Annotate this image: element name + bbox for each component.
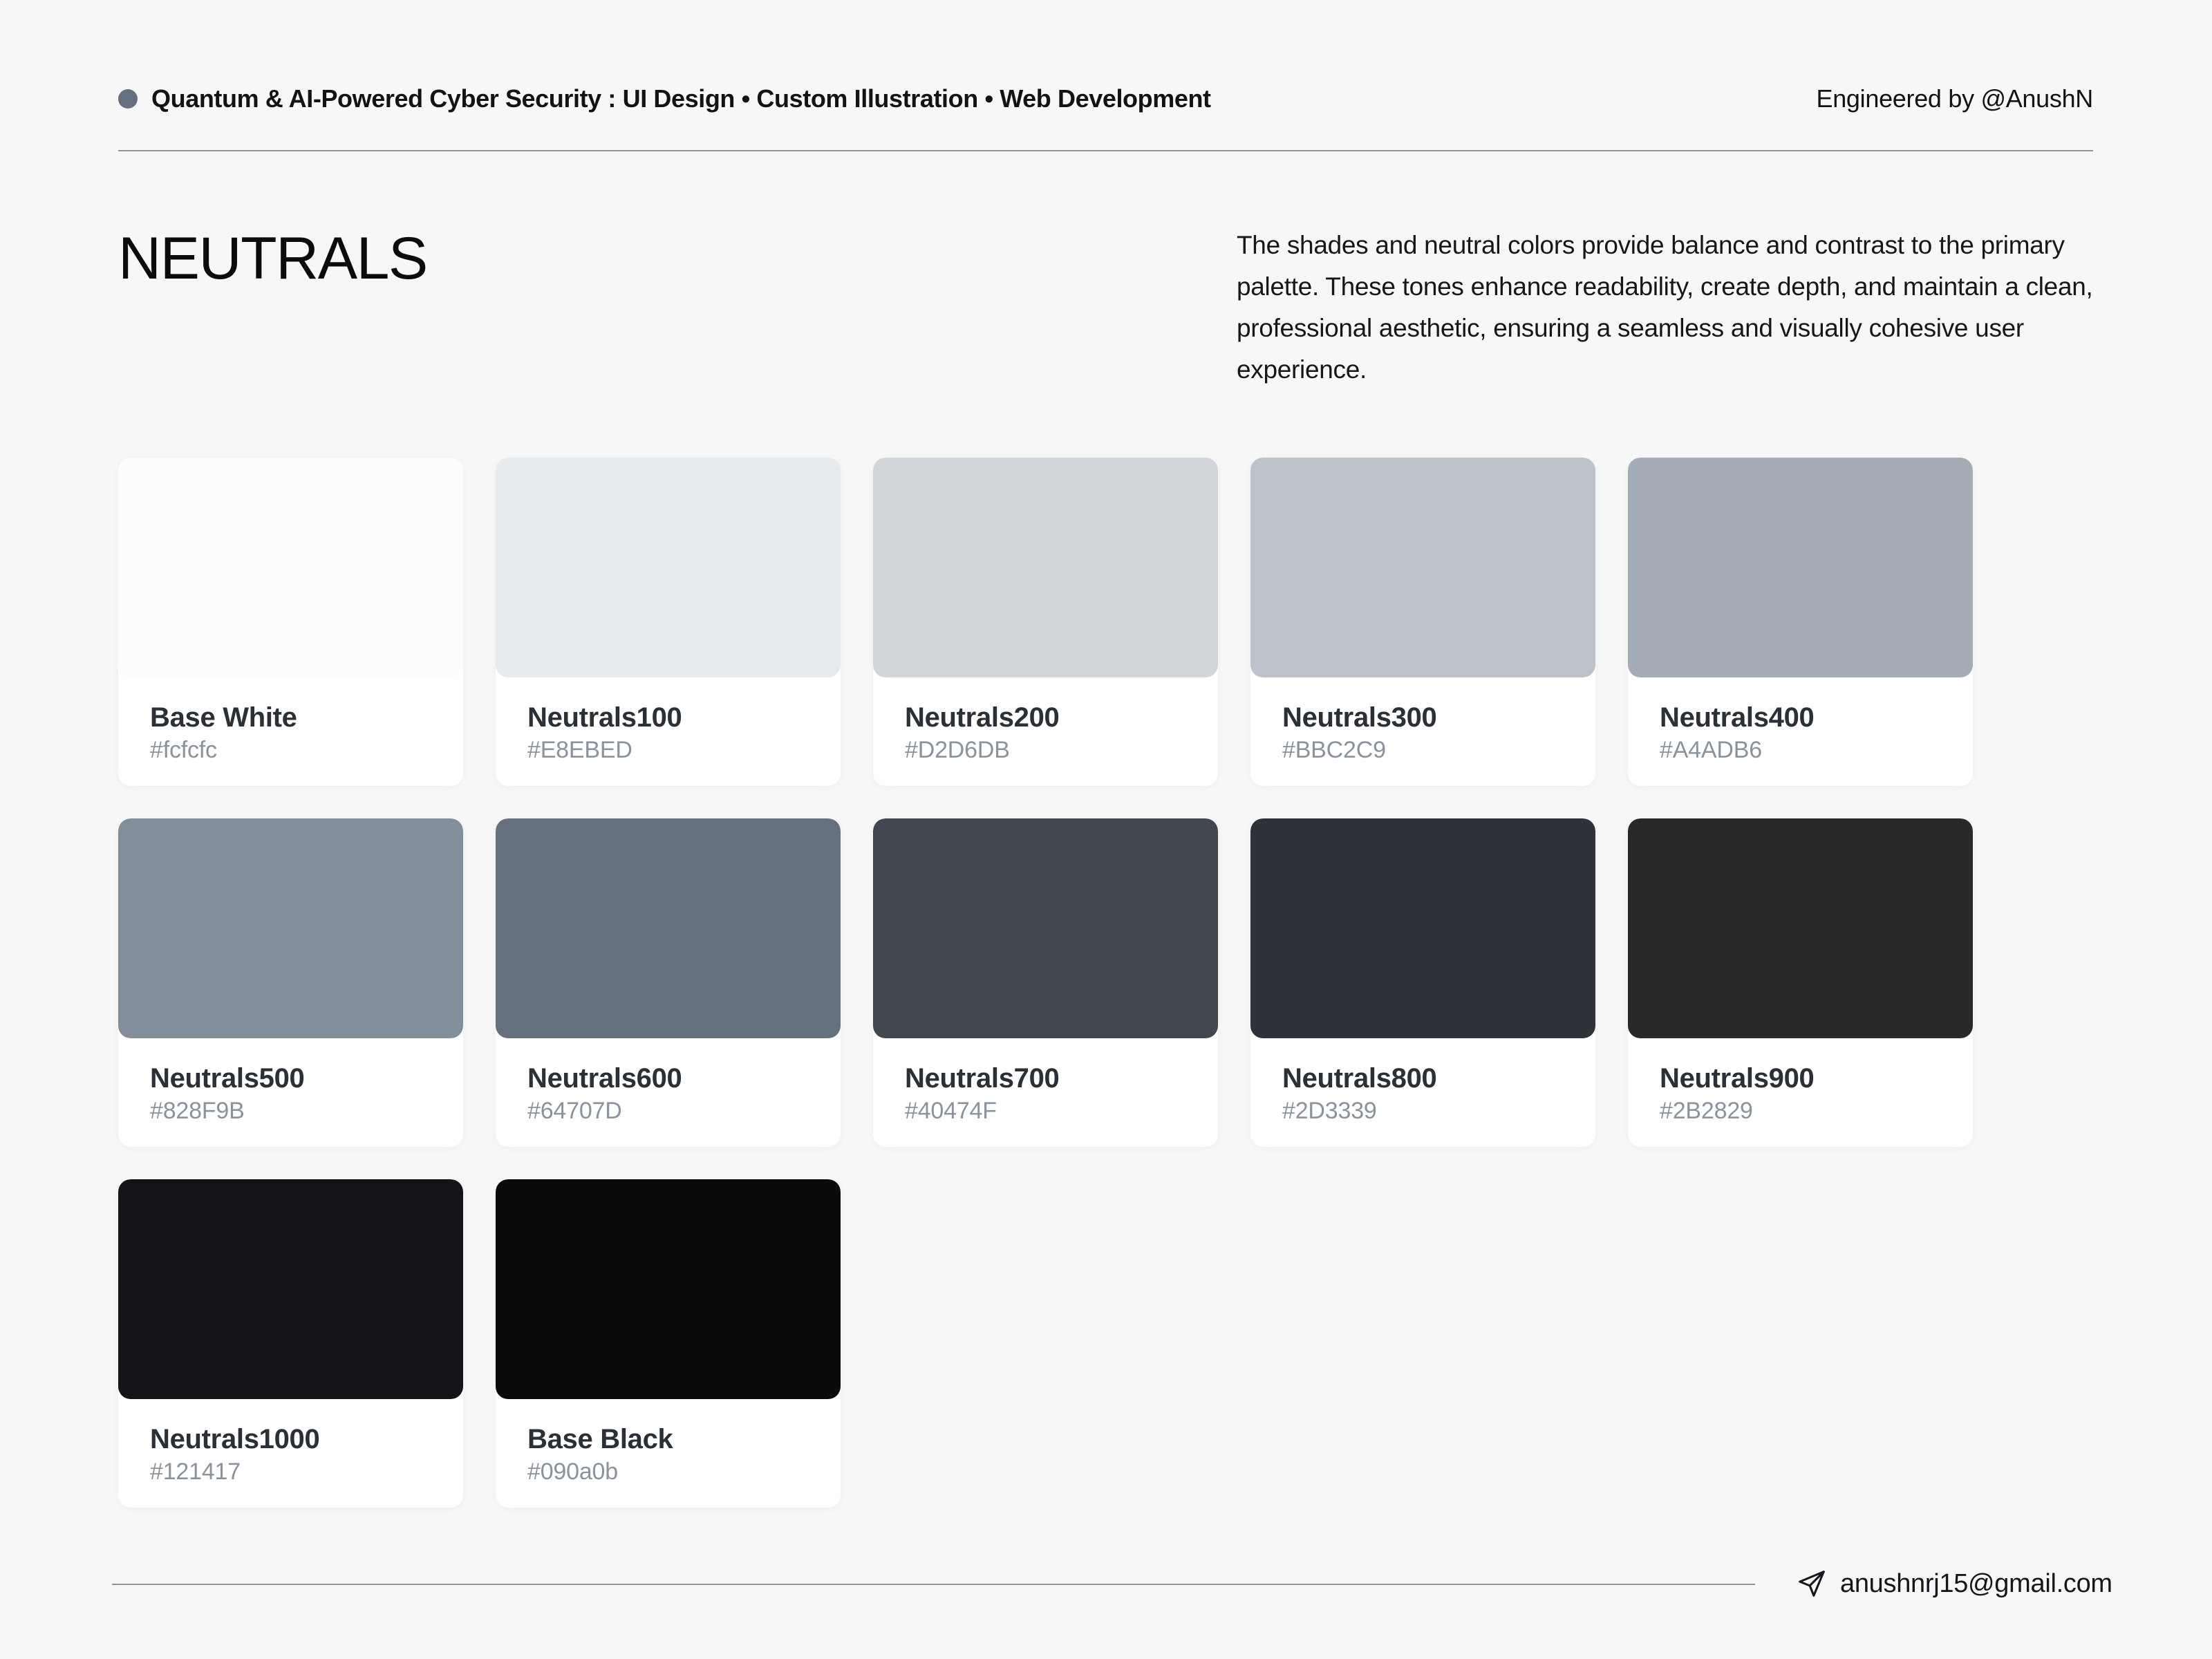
- swatch-grid: Base White #fcfcfc Neutrals100 #E8EBED N…: [118, 458, 1975, 1508]
- swatch-card-neutrals600: Neutrals600 #64707D: [496, 818, 841, 1147]
- section-description: The shades and neutral colors provide ba…: [1237, 231, 2093, 384]
- swatch-name: Neutrals200: [905, 702, 1060, 733]
- footer-contact[interactable]: anushnrj15@gmail.com: [1796, 1564, 2112, 1603]
- color-swatch: [496, 818, 841, 1038]
- swatch-card-base-black: Base Black #090a0b: [496, 1179, 841, 1508]
- swatch-hex: #A4ADB6: [1660, 737, 1762, 763]
- color-swatch: [118, 818, 463, 1038]
- swatch-card-base-white: Base White #fcfcfc: [118, 458, 463, 786]
- swatch-card-neutrals200: Neutrals200 #D2D6DB: [873, 458, 1218, 786]
- swatch-card-neutrals900: Neutrals900 #2B2829: [1628, 818, 1973, 1147]
- swatch-hex: #D2D6DB: [905, 737, 1010, 763]
- email-link[interactable]: anushnrj15@gmail.com: [1840, 1569, 2112, 1599]
- project-info: Quantum & AI-Powered Cyber Security : UI…: [118, 84, 1211, 113]
- footer-divider: [112, 1584, 1755, 1585]
- swatch-name: Neutrals500: [150, 1063, 305, 1094]
- swatch-name: Base White: [150, 702, 297, 733]
- color-swatch: [496, 458, 841, 677]
- swatch-card-neutrals700: Neutrals700 #40474F: [873, 818, 1218, 1147]
- send-icon: [1799, 1571, 1825, 1597]
- swatch-hex: #828F9B: [150, 1098, 245, 1124]
- swatch-hex: #2B2829: [1660, 1098, 1753, 1124]
- swatch-name: Neutrals900: [1660, 1063, 1815, 1094]
- project-title: Quantum & AI-Powered Cyber Security : UI…: [151, 84, 1211, 113]
- color-swatch: [1250, 818, 1595, 1038]
- swatch-hex: #E8EBED: [527, 737, 632, 763]
- swatch-hex: #BBC2C9: [1282, 737, 1386, 763]
- color-swatch: [1250, 458, 1595, 677]
- swatch-hex: #40474F: [905, 1098, 997, 1124]
- status-dot-icon: [118, 89, 138, 109]
- color-swatch: [118, 1179, 463, 1399]
- swatch-name: Neutrals600: [527, 1063, 682, 1094]
- swatch-name: Base Black: [527, 1424, 673, 1454]
- swatch-name: Neutrals300: [1282, 702, 1437, 733]
- author-credit: Engineered by @AnushN: [1816, 84, 2094, 113]
- swatch-name: Neutrals800: [1282, 1063, 1437, 1094]
- swatch-card-neutrals400: Neutrals400 #A4ADB6: [1628, 458, 1973, 786]
- page-header: Quantum & AI-Powered Cyber Security : UI…: [118, 82, 2093, 116]
- swatch-name: Neutrals700: [905, 1063, 1060, 1094]
- swatch-name: Neutrals100: [527, 702, 682, 733]
- swatch-hex: #64707D: [527, 1098, 622, 1124]
- swatch-hex: #fcfcfc: [150, 737, 217, 763]
- color-swatch: [1628, 458, 1973, 677]
- color-swatch: [496, 1179, 841, 1399]
- color-swatch: [873, 818, 1218, 1038]
- swatch-card-neutrals500: Neutrals500 #828F9B: [118, 818, 463, 1147]
- header-divider: [118, 150, 2093, 151]
- swatch-card-neutrals1000: Neutrals1000 #121417: [118, 1179, 463, 1508]
- swatch-card-neutrals300: Neutrals300 #BBC2C9: [1250, 458, 1595, 786]
- swatch-card-neutrals100: Neutrals100 #E8EBED: [496, 458, 841, 786]
- swatch-name: Neutrals1000: [150, 1424, 320, 1454]
- swatch-card-neutrals800: Neutrals800 #2D3339: [1250, 818, 1595, 1147]
- swatch-hex: #090a0b: [527, 1459, 618, 1485]
- color-swatch: [873, 458, 1218, 677]
- swatch-name: Neutrals400: [1660, 702, 1815, 733]
- section-title: NEUTRALS: [118, 225, 428, 292]
- color-swatch: [118, 458, 463, 677]
- color-swatch: [1628, 818, 1973, 1038]
- swatch-hex: #2D3339: [1282, 1098, 1377, 1124]
- swatch-hex: #121417: [150, 1459, 241, 1485]
